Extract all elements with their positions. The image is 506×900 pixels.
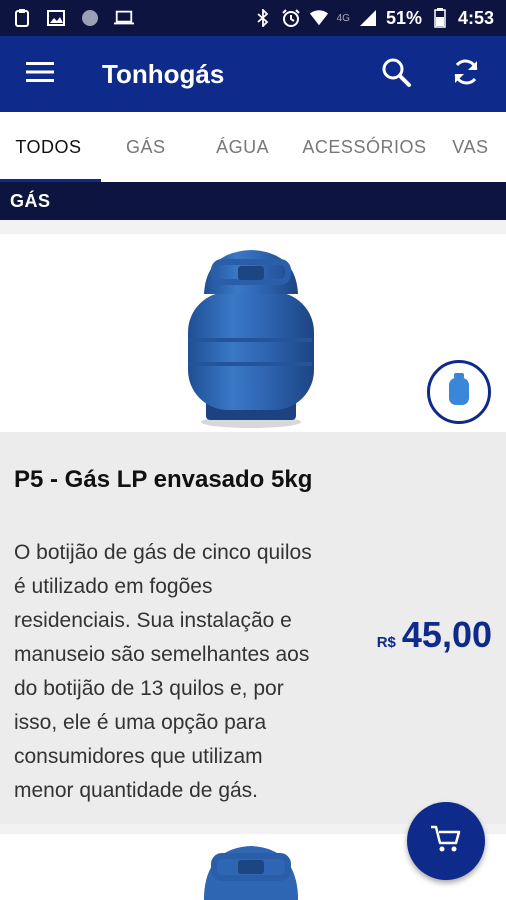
price-currency: R$ <box>376 634 396 651</box>
tab-acessorios[interactable]: ACESSÓRIOS <box>291 112 439 182</box>
tab-agua[interactable]: ÁGUA <box>195 112 291 182</box>
gas-cylinder-image <box>204 846 298 900</box>
refresh-icon <box>450 56 482 93</box>
product-description: O botijão de gás de cinco quilos é utili… <box>14 541 312 802</box>
tab-gas[interactable]: GÁS <box>97 112 195 182</box>
gas-cylinder-image <box>188 250 314 428</box>
battery-icon <box>430 8 450 28</box>
gas-category-badge <box>427 360 491 424</box>
alarm-icon <box>281 8 301 28</box>
category-tabs: TODOS GÁS ÁGUA ACESSÓRIOS VAS <box>0 112 506 182</box>
search-icon <box>380 56 412 93</box>
product-image-area <box>0 234 506 432</box>
laptop-icon <box>114 8 134 28</box>
price-value: 45,00 <box>401 614 492 655</box>
network-type: 4G <box>336 12 350 24</box>
clipboard-icon <box>12 8 32 28</box>
product-card[interactable]: P5 - Gás LP envasado 5kg O botijão de gá… <box>0 234 506 824</box>
hamburger-icon <box>26 61 54 87</box>
wifi-icon <box>309 8 329 28</box>
app-bar: Tonhogás <box>0 36 506 112</box>
product-price: R$ 45,00 <box>377 614 492 656</box>
battery-level: 51% <box>385 7 422 28</box>
shopping-cart-icon <box>431 825 461 858</box>
cart-button[interactable] <box>407 802 485 880</box>
status-bar: 4G 51% 4:53 <box>0 0 506 36</box>
gas-cylinder-icon <box>448 372 470 412</box>
circle-icon <box>80 8 100 28</box>
product-title: P5 - Gás LP envasado 5kg <box>14 466 313 493</box>
app-title: Tonhogás <box>102 58 225 89</box>
tab-todos[interactable]: TODOS <box>0 112 97 182</box>
clock: 4:53 <box>457 7 494 28</box>
bluetooth-icon <box>253 8 273 28</box>
signal-icon <box>358 8 378 28</box>
image-icon <box>46 8 66 28</box>
tab-vasilhames[interactable]: VAS <box>438 112 506 182</box>
refresh-button[interactable] <box>442 50 490 98</box>
section-header: GÁS <box>0 182 506 220</box>
menu-button[interactable] <box>0 36 80 112</box>
search-button[interactable] <box>372 50 420 98</box>
